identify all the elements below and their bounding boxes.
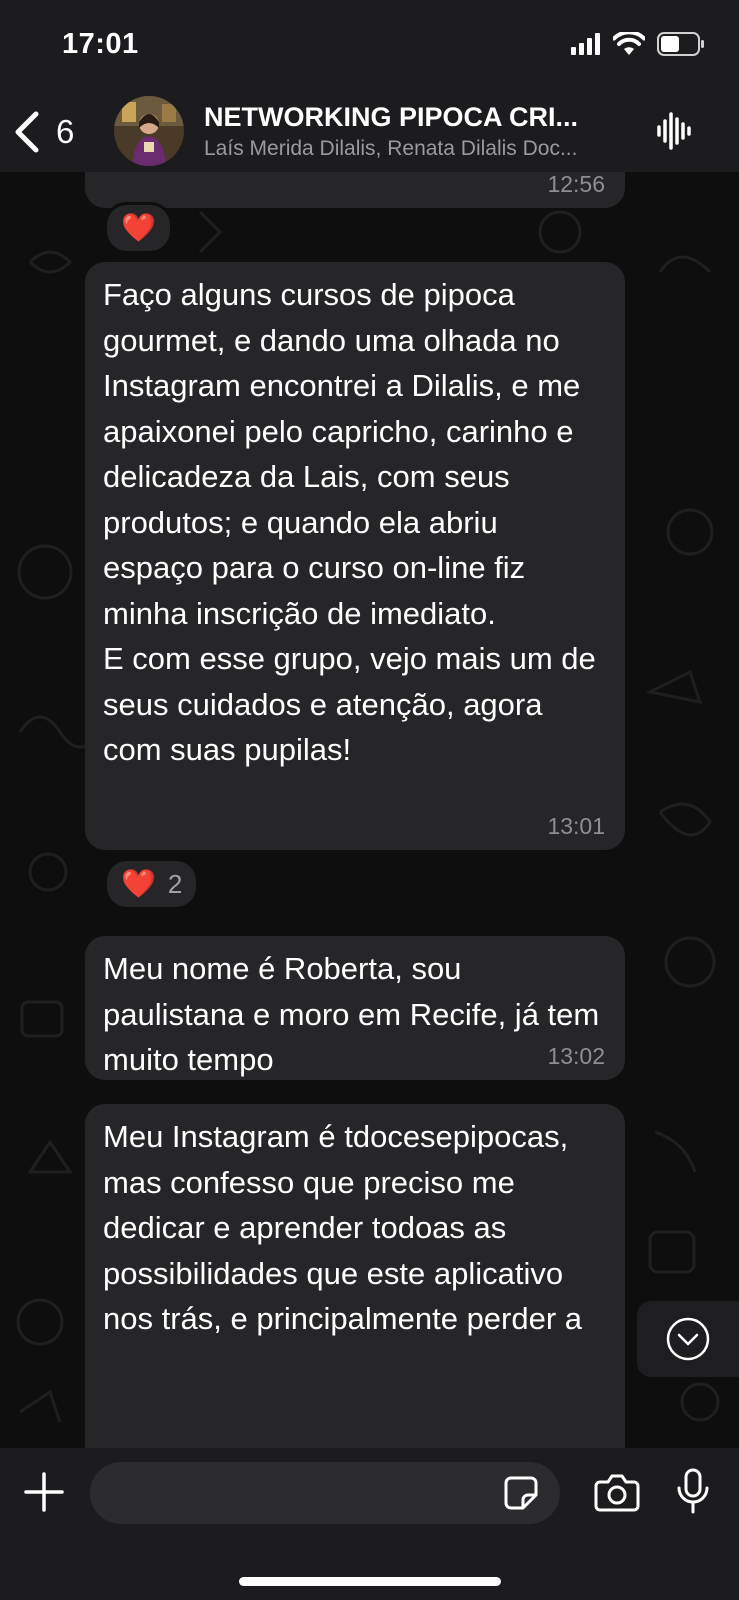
- message-time: 12:56: [547, 172, 605, 197]
- microphone-icon: [677, 1468, 709, 1514]
- voice-chat-button[interactable]: [657, 110, 693, 157]
- chevron-down-circle-icon: [666, 1317, 710, 1361]
- message-input[interactable]: [90, 1462, 560, 1524]
- sticker-button[interactable]: [503, 1475, 539, 1516]
- chat-title: NETWORKING PIPOCA CRI...: [204, 102, 579, 132]
- message-text: Meu Instagram é tdocesepipocas, mas conf…: [103, 1119, 583, 1336]
- message-bubble[interactable]: Meu nome é Roberta, sou paulistana e mor…: [85, 936, 625, 1080]
- audio-waveform-icon: [657, 112, 691, 150]
- message-time: 13:01: [547, 813, 605, 839]
- microphone-button[interactable]: [676, 1468, 710, 1521]
- reaction-badge[interactable]: ❤️ 2: [104, 858, 200, 910]
- heart-reaction-icon: ❤️: [121, 212, 156, 243]
- status-icons: [571, 32, 705, 56]
- message-input-bar: [0, 1448, 739, 1600]
- message-time: 13:02: [547, 1043, 605, 1069]
- camera-icon: [594, 1474, 640, 1512]
- group-avatar[interactable]: [114, 96, 184, 166]
- scroll-to-bottom-button[interactable]: [637, 1301, 739, 1377]
- chat-members: Laís Merida Dilalis, Renata Dilalis Doc.…: [204, 137, 578, 160]
- message-bubble[interactable]: Faço alguns cursos de pipoca gourmet, e …: [85, 262, 625, 850]
- camera-button[interactable]: [594, 1472, 640, 1517]
- back-button[interactable]: 6: [14, 106, 74, 158]
- status-bar: 17:01: [0, 0, 739, 92]
- status-time: 17:01: [62, 28, 139, 60]
- reaction-count: 2: [167, 868, 183, 899]
- battery-icon: [657, 32, 704, 56]
- wifi-icon: [613, 32, 645, 55]
- home-indicator: [239, 1577, 501, 1586]
- message-bubble[interactable]: 12:56: [85, 172, 625, 208]
- sticker-icon: [504, 1476, 538, 1510]
- heart-reaction-icon: ❤️: [121, 868, 156, 899]
- plus-icon: [24, 1472, 64, 1512]
- chat-title-block[interactable]: NETWORKING PIPOCA CRI... Laís Merida Dil…: [204, 102, 624, 161]
- chevron-left-icon: [15, 111, 39, 153]
- message-text: Faço alguns cursos de pipoca gourmet, e …: [103, 277, 596, 767]
- chat-area[interactable]: 12:56 ❤️ Faço alguns cursos de pipoca go…: [0, 172, 739, 1448]
- attach-button[interactable]: [24, 1472, 64, 1517]
- chat-header: 6 NETWORKING PIPOCA CRI... Laís Merida D…: [0, 92, 739, 172]
- cellular-signal-icon: [571, 33, 600, 55]
- message-bubble[interactable]: Meu Instagram é tdocesepipocas, mas conf…: [85, 1104, 625, 1448]
- reaction-badge[interactable]: ❤️: [104, 202, 173, 254]
- message-text: Meu nome é Roberta, sou paulistana e mor…: [103, 951, 608, 1077]
- unread-count: 6: [56, 113, 75, 150]
